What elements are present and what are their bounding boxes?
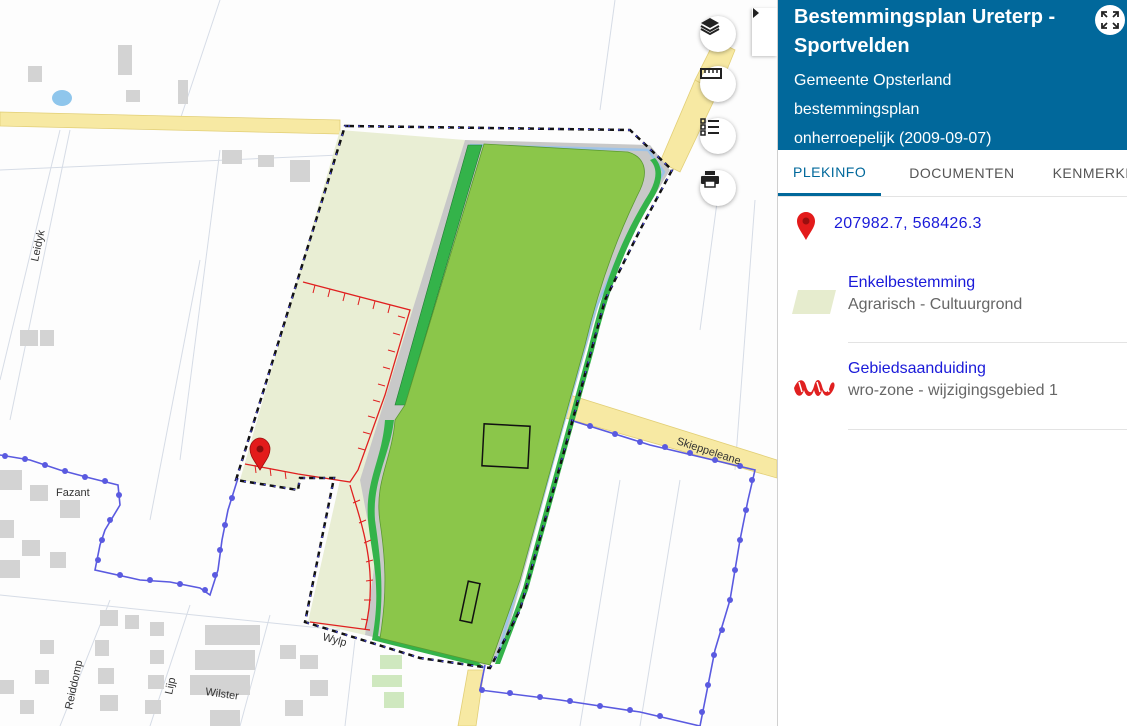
fullscreen-button[interactable] xyxy=(1095,5,1125,35)
coordinates-link[interactable]: 207982.7, 568426.3 xyxy=(834,215,982,233)
layers-button[interactable] xyxy=(700,16,736,52)
tab-plekinfo[interactable]: PLEKINFO xyxy=(778,150,882,196)
coordinates-row[interactable]: 207982.7, 568426.3 xyxy=(778,197,1127,257)
green-area xyxy=(372,655,404,708)
info-item-title[interactable]: Enkelbestemming xyxy=(848,272,1127,294)
panel-header: Bestemmingsplan Ureterp - Sportvelden Ge… xyxy=(778,0,1127,150)
street-label-fazant: Fazant xyxy=(56,487,90,499)
legend-icon xyxy=(700,118,719,136)
map-view[interactable]: Fazant Wylp Skieppeleane Wilster Leidyk … xyxy=(0,0,777,726)
expand-icon xyxy=(1101,11,1119,29)
legend-button[interactable] xyxy=(700,118,736,154)
pond xyxy=(52,90,72,106)
street-label-reiddomp: Reiddomp xyxy=(63,659,85,711)
tab-documenten[interactable]: DOCUMENTEN xyxy=(881,150,1029,196)
print-button[interactable] xyxy=(700,170,736,206)
measure-button[interactable] xyxy=(700,66,736,102)
plan-status-label: onherroepelijk (2009-09-07) xyxy=(794,130,992,147)
municipality-label: Gemeente Opsterland xyxy=(794,72,952,89)
info-item-gebiedsaanduiding[interactable]: Gebiedsaanduiding wro-zone - wijzigingsg… xyxy=(848,358,1127,430)
info-item-title[interactable]: Gebiedsaanduiding xyxy=(848,358,1127,380)
agrarisch-swatch-icon xyxy=(792,290,836,314)
tab-kenmerken[interactable]: KENMERKEN xyxy=(1030,150,1127,196)
ruler-icon xyxy=(700,68,722,79)
wro-zone-swatch-icon xyxy=(794,380,835,396)
street-label-lijp: Lijp xyxy=(163,676,178,695)
info-item-enkelbestemming[interactable]: Enkelbestemming Agrarisch - Cultuurgrond xyxy=(848,272,1127,343)
layers-icon xyxy=(700,18,720,36)
map-canvas[interactable]: Fazant Wylp Skieppeleane Wilster Leidyk … xyxy=(0,0,777,726)
print-icon xyxy=(701,171,719,188)
collapse-panel-button[interactable] xyxy=(752,8,777,56)
info-item-value: Agrarisch - Cultuurgrond xyxy=(848,296,1023,313)
plan-type-label: bestemmingsplan xyxy=(794,101,920,118)
info-panel: Bestemmingsplan Ureterp - Sportvelden Ge… xyxy=(777,0,1127,726)
plan-title: Bestemmingsplan Ureterp - Sportvelden xyxy=(794,6,1056,57)
panel-tabs: PLEKINFO DOCUMENTEN KENMERKEN xyxy=(778,150,1127,197)
info-item-value: wro-zone - wijzigingsgebied 1 xyxy=(848,382,1058,399)
map-pin-icon xyxy=(797,212,815,240)
street-label-leidyk: Leidyk xyxy=(29,229,47,263)
chevron-right-icon xyxy=(753,8,759,18)
